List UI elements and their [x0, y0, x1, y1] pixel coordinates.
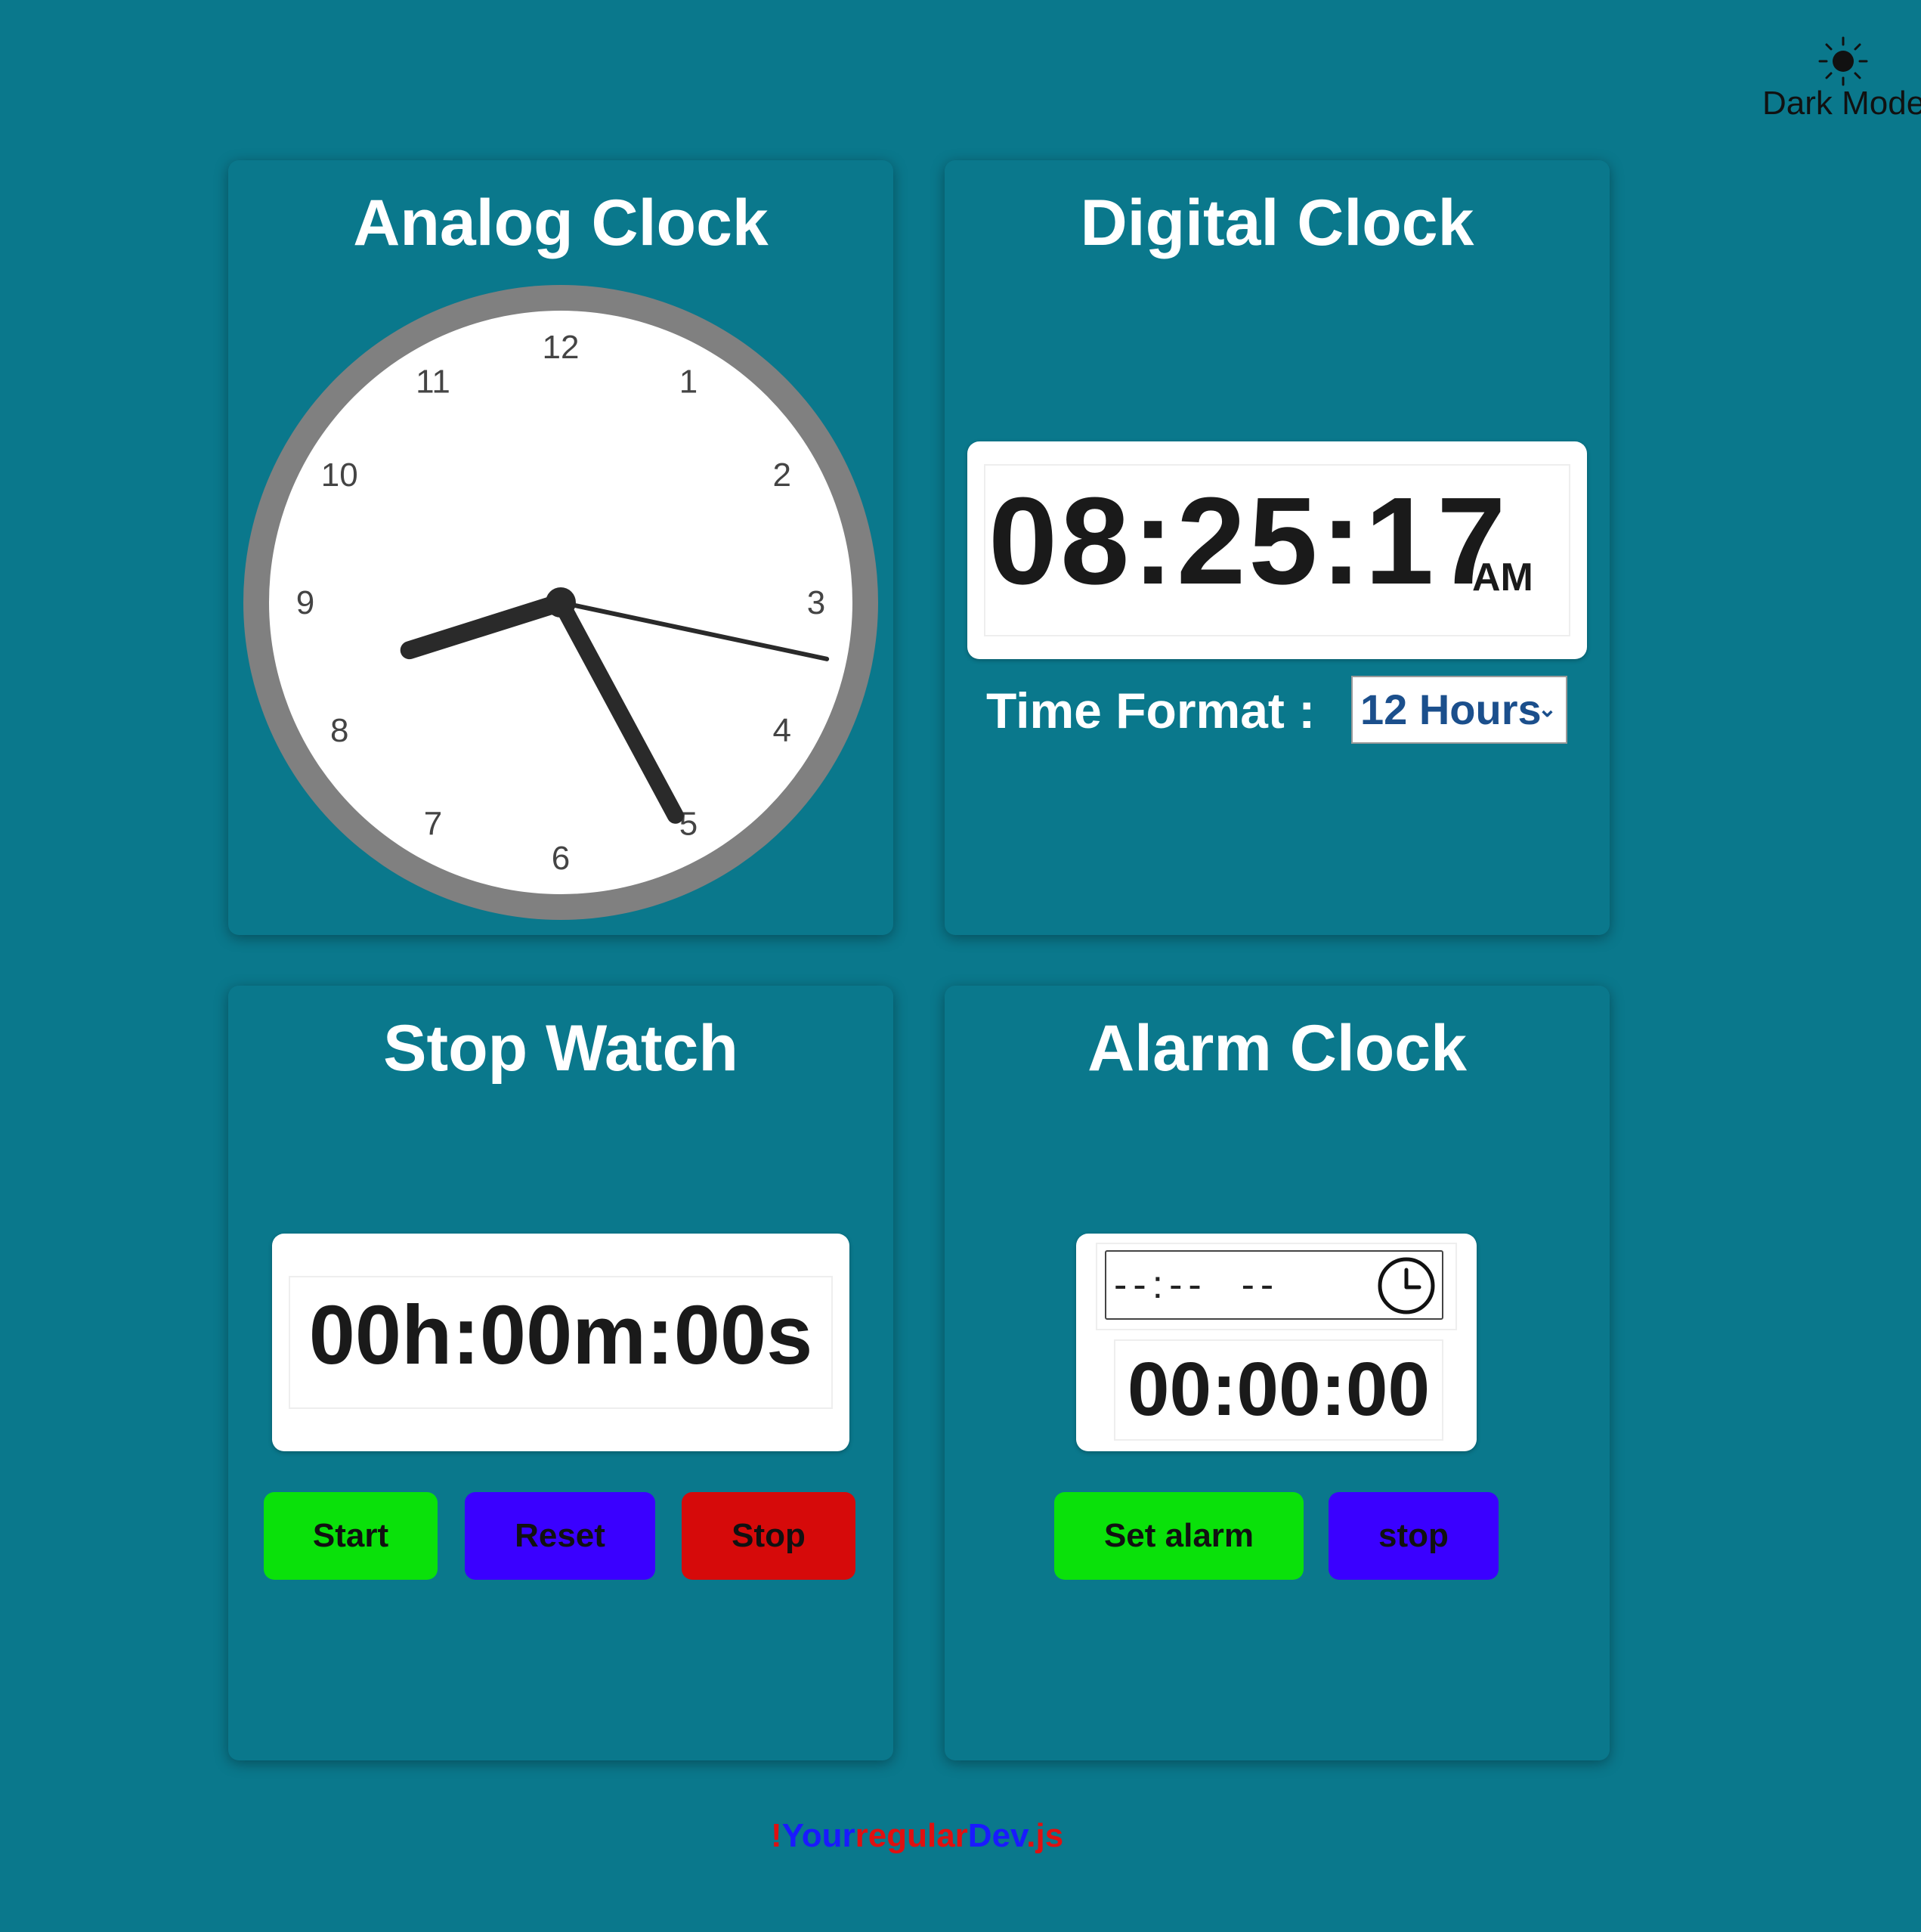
dark-mode-label: Dark Mode	[1762, 85, 1921, 122]
alarm-countdown: 00:00:00	[1127, 1347, 1431, 1432]
stopwatch-reset-button[interactable]: Reset	[465, 1492, 655, 1580]
analog-clock-title: Analog Clock	[353, 187, 769, 259]
clock-number: 9	[296, 584, 314, 621]
alarm-clock-title: Alarm Clock	[1087, 1012, 1467, 1085]
time-format-label: Time Format :	[986, 683, 1316, 738]
time-format-select[interactable]: 12 Hours ⌄	[1351, 676, 1567, 744]
clock-number: 12	[543, 329, 580, 366]
digital-display: 08:25:17 AM	[967, 441, 1587, 659]
stopwatch-start-button[interactable]: Start	[264, 1492, 438, 1580]
clock-number: 8	[330, 712, 348, 749]
digital-clock-title: Digital Clock	[1080, 187, 1474, 259]
stopwatch-time: 00h:00m:00s	[308, 1289, 813, 1382]
footer-part: !	[771, 1817, 782, 1854]
set-alarm-button[interactable]: Set alarm	[1054, 1492, 1304, 1580]
clock-number: 7	[424, 806, 442, 843]
alarm-input-wrapper: --:-- --	[1096, 1243, 1457, 1330]
alarm-time-input[interactable]: --:-- --	[1105, 1250, 1443, 1320]
clock-number: 4	[772, 712, 790, 749]
digital-time: 08:25:17	[988, 472, 1509, 610]
dark-mode-toggle[interactable]: Dark Mode	[1753, 30, 1921, 128]
clock-number: 6	[552, 840, 570, 877]
footer-brand: !YourregularDev.js	[771, 1817, 1063, 1855]
clock-center	[546, 587, 576, 618]
digital-clock-card: Digital Clock 08:25:17 AM Time Format : …	[945, 160, 1610, 935]
analog-clock-face: 121234567891011	[243, 285, 878, 920]
stopwatch-stop-button[interactable]: Stop	[682, 1492, 855, 1580]
stopwatch-display: 00h:00m:00s	[272, 1234, 849, 1451]
stopwatch-card: Stop Watch 00h:00m:00s Start Reset Stop	[228, 986, 893, 1760]
alarm-clock-card: Alarm Clock --:-- -- 00:00:00 Set alarm …	[945, 986, 1610, 1760]
alarm-time-placeholder: --:-- --	[1114, 1263, 1280, 1307]
footer-part: Your	[781, 1817, 855, 1854]
analog-clock-card: Analog Clock 12 1 2 3 4 5 6 7 8 9 10 11	[228, 160, 893, 935]
clock-number: 10	[321, 457, 358, 494]
digital-ampm: AM	[1472, 556, 1533, 599]
alarm-countdown-wrapper: 00:00:00	[1114, 1339, 1443, 1441]
sun-icon	[1818, 36, 1868, 86]
clock-icon[interactable]	[1377, 1256, 1436, 1315]
time-format-value: 12 Hours	[1360, 686, 1542, 733]
footer-part: Dev	[967, 1817, 1027, 1854]
footer-part: .js	[1026, 1817, 1064, 1854]
clock-number: 3	[807, 584, 825, 621]
clock-number: 2	[772, 457, 790, 494]
clock-number: 1	[679, 363, 698, 400]
alarm-panel: --:-- -- 00:00:00	[1076, 1234, 1477, 1451]
chevron-down-icon: ⌄	[1537, 697, 1557, 722]
alarm-stop-button[interactable]: stop	[1329, 1492, 1499, 1580]
footer-part: regular	[855, 1817, 968, 1854]
stopwatch-title: Stop Watch	[383, 1012, 738, 1085]
clock-number: 11	[416, 363, 450, 400]
